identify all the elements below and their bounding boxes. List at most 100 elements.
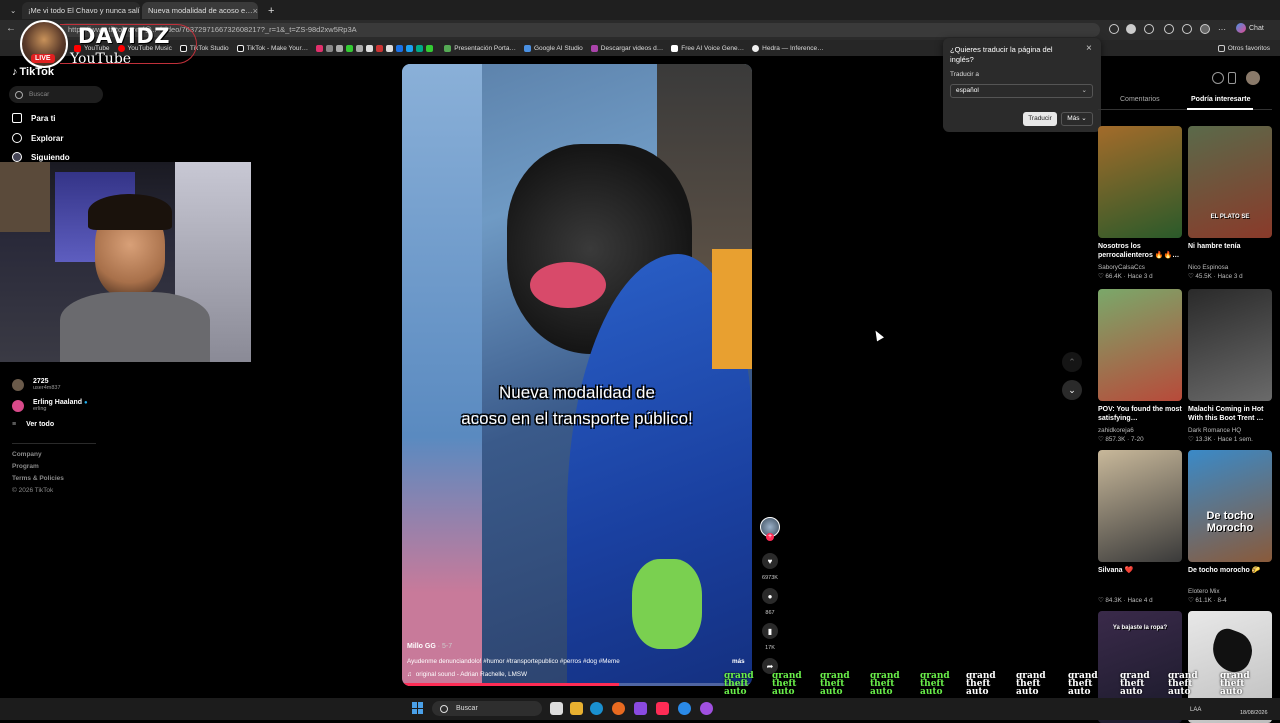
bookmark-voice[interactable]: Free AI Voice Gene… [671, 44, 744, 52]
settings-icon[interactable] [1212, 72, 1224, 84]
task-view-icon[interactable] [550, 702, 563, 715]
comment-button[interactable]: ● [762, 588, 778, 604]
bookmark-hedra[interactable]: Hedra — Inference… [752, 44, 824, 52]
bookmark-icon: ▮ [767, 626, 773, 636]
tiktok-app-icon[interactable] [656, 702, 669, 715]
recommended-video-title[interactable]: Silvana ❤️ [1098, 566, 1184, 575]
following-icon [12, 152, 22, 162]
language-select[interactable]: español ⌄ [950, 84, 1093, 98]
see-all-link[interactable]: ≡ Ver todo [12, 421, 54, 428]
recommended-video-title[interactable]: Ni hambre tenía [1188, 242, 1274, 251]
more-link[interactable]: más [732, 658, 745, 665]
tab-bar: ⌄ ¡Me vi todo El Chavo y nunca salí… × N… [0, 0, 1280, 20]
search-input[interactable]: Buscar [9, 86, 103, 103]
device-icon[interactable] [1228, 72, 1236, 84]
back-arrow-icon[interactable]: ← [6, 23, 16, 34]
keyboard-language[interactable]: LAA [1190, 707, 1201, 713]
footer-company[interactable]: Company [12, 451, 42, 458]
next-video-button[interactable]: ⌄ [1062, 380, 1082, 400]
taskbar-date[interactable]: 18/08/2026 [1240, 710, 1268, 716]
live-badge: LIVE [31, 54, 55, 63]
comment-icon: ● [767, 591, 773, 601]
gta-logo-word: auto [1016, 687, 1039, 697]
star-icon[interactable] [1109, 24, 1119, 34]
nav-explorar[interactable]: Explorar [12, 133, 63, 143]
save-button[interactable]: ▮ [762, 623, 778, 639]
close-icon[interactable]: × [1086, 43, 1092, 54]
profile-avatar-icon[interactable] [1200, 24, 1210, 34]
post-age: · Hace 3 d [1121, 273, 1153, 280]
video-caption: Nueva modalidad de acoso en el transport… [461, 383, 693, 428]
avatar [12, 399, 24, 412]
translate-button[interactable]: Traducir [1023, 112, 1057, 126]
copilot-icon[interactable] [1236, 23, 1246, 33]
recommended-video-author[interactable]: SaboryCalsaCcs [1098, 264, 1145, 271]
new-tab-button[interactable]: + [262, 2, 276, 19]
tab-list-button[interactable]: ⌄ [4, 2, 18, 19]
tab-2[interactable]: Nueva modalidad de acoso e… × [142, 2, 258, 19]
recommended-video-thumbnail[interactable]: EL PLATO SE [1188, 126, 1272, 238]
previous-video-button[interactable]: ⌃ [1062, 352, 1082, 372]
video-sound[interactable]: ♫ original sound - Adrian Rachelle, LMSW [407, 671, 527, 678]
recommended-video-author[interactable]: zahidkoreja6 [1098, 427, 1134, 434]
tiktok-logo[interactable]: ♪ TikTok [12, 66, 54, 78]
recommended-video-thumbnail[interactable] [1098, 450, 1182, 562]
footer-program[interactable]: Program [12, 463, 39, 470]
user-avatar[interactable] [1246, 71, 1260, 85]
follow-plus-icon[interactable]: + [766, 533, 774, 541]
video-player[interactable]: Nueva modalidad de acoso en el transport… [402, 64, 752, 686]
recommended-video-thumbnail[interactable] [1098, 289, 1182, 401]
recommended-video-author[interactable]: Dark Romance HQ [1188, 427, 1241, 434]
bookmark-tiktok[interactable]: TikTok - Make Your… [236, 44, 308, 52]
webcam-shelf [0, 162, 50, 232]
following-account-2[interactable]: Erling Haaland ● erling [12, 399, 88, 412]
menu-dots-icon[interactable]: ⋯ [1218, 25, 1226, 34]
bookmark-descargar[interactable]: Descargar videos d… [590, 44, 663, 52]
url-input[interactable]: https://www.tiktok.com/@…/video/76372971… [60, 23, 1100, 37]
nav-para-ti[interactable]: Para ti [12, 113, 55, 123]
tab-podria-interesarte[interactable]: Podría interesarte [1191, 96, 1251, 103]
gta-logo-word: auto [870, 687, 893, 697]
tab-1-label: ¡Me vi todo El Chavo y nunca salí… [28, 6, 140, 15]
taskbar-search[interactable]: Buscar [432, 701, 542, 716]
bookmark-icons-group[interactable] [316, 44, 436, 52]
favorites-icon[interactable] [1182, 24, 1192, 34]
thumbnail-overlay-text: De tocho Morocho [1206, 510, 1254, 534]
video-author[interactable]: Millo GG · 5-7 [407, 643, 452, 650]
post-age: · 8-4 [1211, 597, 1227, 604]
chat-button[interactable]: Chat [1249, 25, 1264, 32]
recommended-video-title[interactable]: Nosotros los perrocalienteros 🔥🔥… [1098, 242, 1184, 260]
gta-logo-word: auto [1120, 687, 1143, 697]
tab-2-close-icon[interactable]: × [253, 6, 258, 16]
recommended-video-thumbnail[interactable] [1188, 289, 1272, 401]
recommended-video-title[interactable]: Malachi Coming in Hot With this Boot Tre… [1188, 405, 1274, 423]
bookmark-presentacion[interactable]: Presentación Porta… [444, 44, 516, 52]
footer-terms[interactable]: Terms & Policies [12, 475, 64, 482]
recommended-video-author[interactable]: Nico Espinosa [1188, 264, 1228, 271]
recommended-video-title[interactable]: POV: You found the most satisfying… [1098, 405, 1184, 423]
more-options-button[interactable]: Más ⌄ [1061, 112, 1093, 126]
recommended-video-author[interactable]: Elotero Mix [1188, 588, 1220, 595]
extension-icon[interactable] [1126, 24, 1136, 34]
bookmark-ai-studio[interactable]: Google AI Studio [523, 44, 583, 52]
tab-comentarios[interactable]: Comentarios [1120, 96, 1160, 103]
tab-1[interactable]: ¡Me vi todo El Chavo y nunca salí… × [22, 2, 140, 19]
recommended-video-thumbnail[interactable]: De tocho Morocho [1188, 450, 1272, 562]
nav-siguiendo[interactable]: Siguiendo [12, 152, 70, 162]
puzzle-icon[interactable] [1144, 24, 1154, 34]
recommended-video-title[interactable]: De tocho morocho 🌮 [1188, 566, 1274, 575]
file-explorer-icon[interactable] [570, 702, 583, 715]
gta-logo-word: auto [920, 687, 943, 697]
like-button[interactable]: ♥ [762, 553, 778, 569]
discord-icon[interactable] [634, 702, 647, 715]
following-account-1[interactable]: 2725 user4m837 [12, 378, 61, 391]
recommended-video-thumbnail[interactable] [1098, 126, 1182, 238]
start-button[interactable] [412, 702, 424, 714]
edge-icon[interactable] [590, 702, 603, 715]
progress-track[interactable] [402, 683, 752, 686]
app-icon[interactable] [678, 702, 691, 715]
other-bookmarks[interactable]: Otros favoritos [1217, 44, 1270, 52]
obs-icon[interactable] [700, 702, 713, 715]
firefox-icon[interactable] [612, 702, 625, 715]
history-icon[interactable] [1164, 24, 1174, 34]
